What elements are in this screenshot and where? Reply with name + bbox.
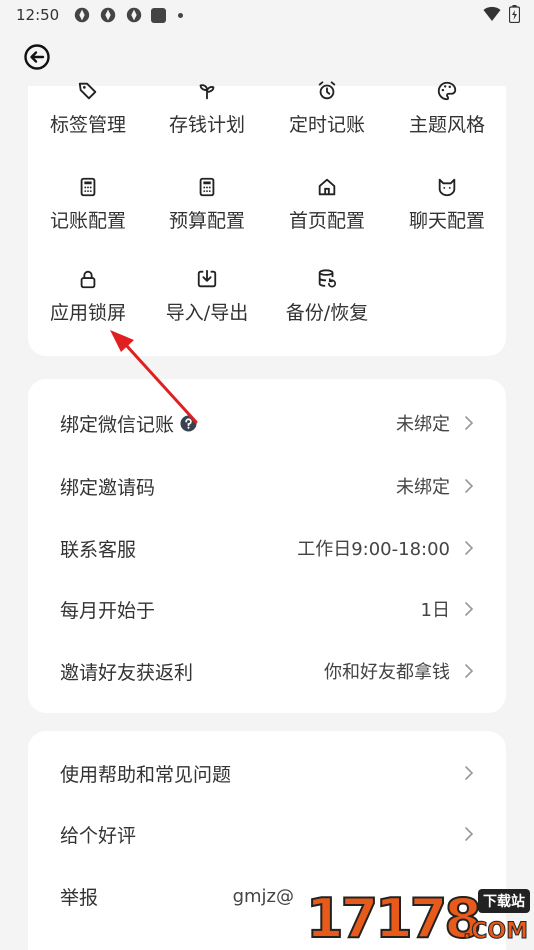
row-bind-wechat[interactable]: 绑定微信记账 未绑定	[28, 393, 506, 453]
home-icon	[318, 178, 336, 196]
row-contact-support[interactable]: 联系客服 工作日9:00-18:00	[28, 518, 506, 578]
chevron-right-icon	[465, 416, 474, 430]
feature-budget-config[interactable]: 预算配置	[147, 176, 267, 233]
back-arrow-icon	[24, 44, 50, 70]
row-bind-invite-code[interactable]: 绑定邀请码 未绑定	[28, 456, 506, 516]
status-right	[483, 5, 520, 23]
calculator-icon	[199, 177, 215, 197]
app-notification-icon	[127, 7, 142, 23]
watermark-badge: 下载站	[478, 889, 530, 913]
sprout-icon	[199, 84, 215, 100]
feature-home-config[interactable]: 首页配置	[267, 176, 387, 233]
app-notification-icon	[75, 7, 90, 23]
help-icon[interactable]	[180, 414, 197, 432]
tag-icon	[78, 82, 97, 100]
feature-import-export[interactable]: 导入/导出	[147, 268, 267, 325]
lock-icon	[80, 270, 96, 289]
chevron-right-icon	[465, 602, 474, 616]
cat-icon	[438, 178, 456, 197]
chevron-right-icon	[465, 766, 474, 780]
feature-app-lock[interactable]: 应用锁屏	[28, 268, 148, 325]
row-rate-app[interactable]: 给个好评	[28, 804, 506, 864]
feature-tag-management[interactable]: 标签管理	[28, 82, 148, 137]
palette-icon	[437, 81, 457, 101]
more-notifications-dot	[178, 12, 184, 18]
features-card: 标签管理 存钱计划 定时记账 主题风格 记账配置 预算配置 首页配置 聊天配置 …	[28, 81, 507, 356]
battery-icon	[509, 5, 520, 23]
status-bar: 12:50	[0, 0, 534, 30]
wifi-icon	[483, 6, 501, 21]
feature-bookkeeping-config[interactable]: 记账配置	[28, 176, 148, 233]
calculator-icon	[80, 177, 96, 197]
chevron-right-icon	[465, 827, 474, 841]
feature-savings-plan[interactable]: 存钱计划	[147, 84, 267, 137]
alarm-clock-icon	[318, 81, 336, 100]
app-notification-icon	[101, 7, 116, 23]
watermark-logo: 17178 下载站 .COM	[304, 886, 534, 950]
feature-theme-style[interactable]: 主题风格	[387, 81, 507, 137]
feature-chat-config[interactable]: 聊天配置	[387, 176, 507, 233]
row-help-faq[interactable]: 使用帮助和常见问题	[28, 743, 506, 803]
feature-backup-restore[interactable]: 备份/恢复	[267, 268, 387, 325]
notification-icons	[73, 6, 184, 24]
chevron-right-icon	[465, 479, 474, 493]
watermark-number: 17178	[305, 887, 483, 950]
row-month-start[interactable]: 每月开始于 1日	[28, 579, 506, 639]
app-notification-icon	[151, 7, 167, 23]
status-time: 12:50	[16, 6, 60, 24]
settings-card: 绑定微信记账 未绑定 绑定邀请码 未绑定 联系客服 工作日9:00-18:00 …	[28, 379, 506, 713]
chevron-right-icon	[465, 541, 474, 555]
feature-scheduled-bookkeeping[interactable]: 定时记账	[267, 81, 387, 137]
download-box-icon	[197, 269, 217, 288]
back-button[interactable]	[22, 42, 52, 72]
chevron-right-icon	[465, 664, 474, 678]
watermark-suffix: .COM	[462, 919, 528, 945]
row-invite-friends[interactable]: 邀请好友获返利 你和好友都拿钱	[28, 641, 506, 701]
database-restore-icon	[318, 269, 337, 288]
